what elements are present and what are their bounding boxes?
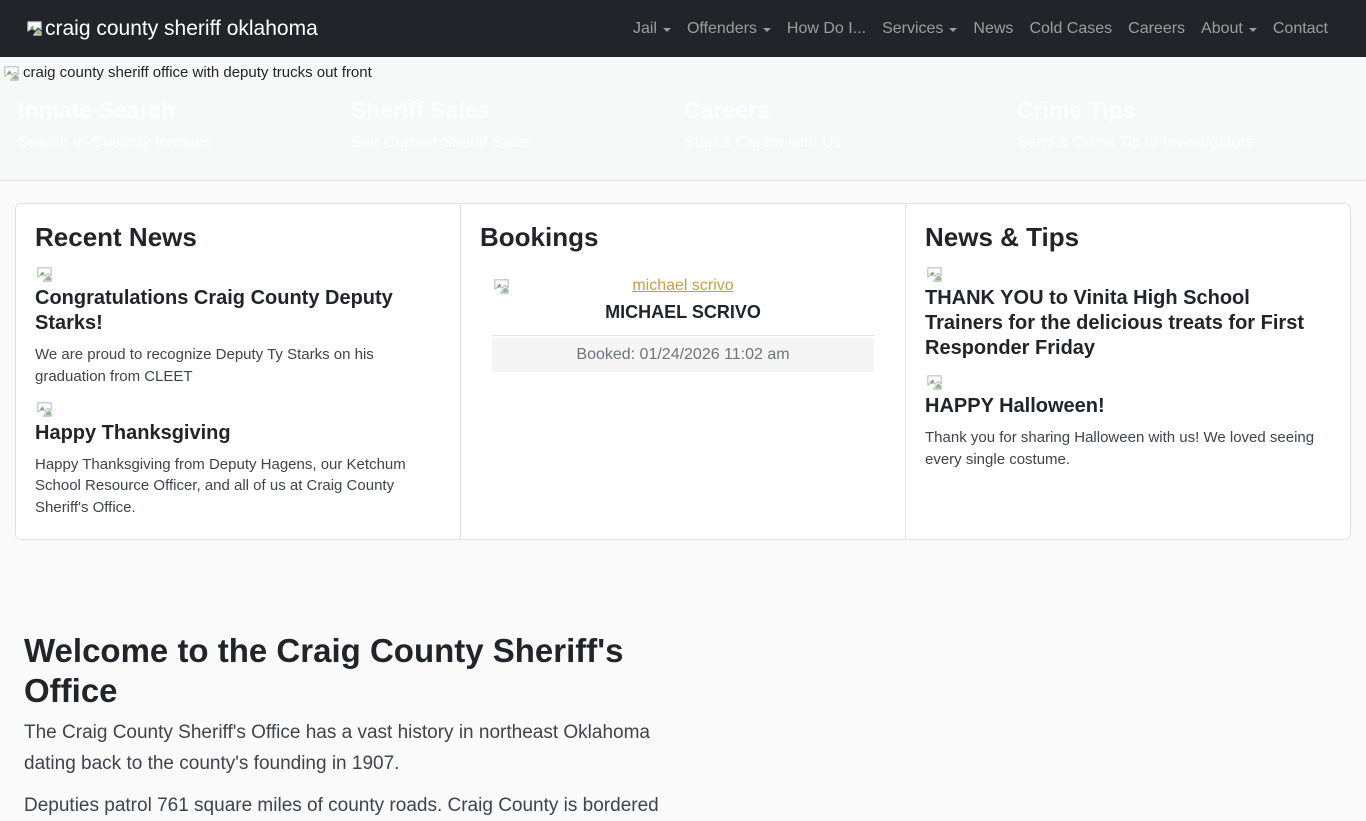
news-item: HAPPY Halloween! Thank you for sharing H… — [925, 373, 1331, 471]
nav-item-contact[interactable]: Contact — [1265, 12, 1336, 46]
nav-item-cold-cases[interactable]: Cold Cases — [1021, 12, 1120, 46]
feature-title: Sheriff Sales — [351, 97, 684, 125]
nav-item-label: Cold Cases — [1029, 20, 1112, 38]
top-navbar: craig county sheriff oklahoma Jail Offen… — [0, 0, 1366, 57]
bookings-card: Bookings michael scrivo MICHAEL SCRIVO B… — [460, 204, 905, 539]
welcome-paragraph: Deputies patrol 761 square miles of coun… — [24, 791, 669, 821]
news-item-text: We are proud to recognize Deputy Ty Star… — [35, 344, 441, 388]
nav-item-label: Offenders — [687, 20, 757, 38]
nav-item-offenders[interactable]: Offenders — [679, 12, 779, 46]
feature-careers[interactable]: Careers Start a Career with Us — [684, 97, 1017, 152]
nav-item-services[interactable]: Services — [874, 12, 965, 46]
feature-subtitle: See Current Sheriff Sales — [351, 134, 684, 152]
navbar-brand-label: craig county sheriff oklahoma — [45, 17, 318, 41]
chevron-down-icon — [1249, 28, 1257, 32]
nav-item-label: Contact — [1273, 20, 1328, 38]
feature-title: Careers — [684, 97, 1017, 125]
chevron-down-icon — [663, 28, 671, 32]
bookings-title: Bookings — [480, 222, 886, 253]
feature-sheriff-sales[interactable]: Sheriff Sales See Current Sheriff Sales — [351, 97, 684, 152]
hero-image-alt-text: craig county sheriff office with deputy … — [23, 63, 372, 83]
news-item-title: Happy Thanksgiving — [35, 421, 441, 446]
hero-feature-links: Inmate Search Search In-Custody Inmates … — [2, 97, 1366, 152]
nav-item-label: News — [973, 20, 1013, 38]
recent-news-card: Recent News Congratulations Craig County… — [16, 204, 460, 539]
news-item: Happy Thanksgiving Happy Thanksgiving fr… — [35, 400, 441, 519]
news-item: THANK YOU to Vinita High School Trainers… — [925, 265, 1331, 361]
nav-item-label: How Do I... — [787, 20, 866, 38]
news-tips-card: News & Tips THANK YOU to Vinita High Sch… — [905, 204, 1350, 539]
news-item-title: HAPPY Halloween! — [925, 394, 1331, 419]
news-tips-title: News & Tips — [925, 222, 1331, 253]
feature-title: Crime Tips — [1017, 97, 1350, 125]
divider — [492, 335, 874, 336]
broken-image-icon — [925, 265, 944, 284]
booking-inmate-name: MICHAEL SCRIVO — [492, 302, 874, 323]
nav-item-how-do-i[interactable]: How Do I... — [779, 12, 874, 46]
recent-news-title: Recent News — [35, 222, 441, 253]
nav-item-news[interactable]: News — [965, 12, 1021, 46]
news-item-title: Congratulations Craig County Deputy Star… — [35, 286, 441, 336]
news-item: Congratulations Craig County Deputy Star… — [35, 265, 441, 388]
news-item-text: Happy Thanksgiving from Deputy Hagens, o… — [35, 454, 441, 519]
broken-image-icon — [925, 373, 944, 392]
nav-item-label: Services — [882, 20, 943, 38]
feature-inmate-search[interactable]: Inmate Search Search In-Custody Inmates — [18, 97, 351, 152]
broken-image-icon — [35, 400, 54, 419]
booking-inmate-link[interactable]: michael scrivo — [632, 277, 733, 294]
feature-crime-tips[interactable]: Crime Tips Send a Crime Tip to Investiga… — [1017, 97, 1350, 152]
broken-image-icon — [492, 277, 511, 296]
nav-item-label: Careers — [1128, 20, 1185, 38]
news-item-text: Thank you for sharing Halloween with us!… — [925, 427, 1331, 471]
navbar-brand[interactable]: craig county sheriff oklahoma — [25, 17, 318, 41]
feature-subtitle: Search In-Custody Inmates — [18, 134, 351, 152]
hero-section: craig county sheriff office with deputy … — [0, 57, 1366, 181]
broken-image-icon — [2, 64, 21, 83]
navbar-menu: Jail Offenders How Do I... Services News… — [625, 12, 1336, 46]
news-item-title: THANK YOU to Vinita High School Trainers… — [925, 286, 1331, 361]
broken-image-icon — [25, 19, 44, 38]
welcome-heading: Welcome to the Craig County Sheriff's Of… — [24, 631, 624, 710]
feature-subtitle: Send a Crime Tip to Investigators — [1017, 134, 1350, 152]
chevron-down-icon — [763, 28, 771, 32]
welcome-section: Welcome to the Craig County Sheriff's Of… — [24, 631, 674, 821]
booking-date: Booked: 01/24/2026 11:02 am — [492, 338, 874, 372]
hero-image-broken: craig county sheriff office with deputy … — [2, 63, 1366, 83]
welcome-paragraph: The Craig County Sheriff's Office has a … — [24, 718, 669, 779]
nav-item-careers[interactable]: Careers — [1120, 12, 1193, 46]
nav-item-about[interactable]: About — [1193, 12, 1265, 46]
cards-section: Recent News Congratulations Craig County… — [15, 203, 1351, 540]
feature-title: Inmate Search — [18, 97, 351, 125]
chevron-down-icon — [949, 28, 957, 32]
nav-item-label: About — [1201, 20, 1243, 38]
feature-subtitle: Start a Career with Us — [684, 134, 1017, 152]
booking-item: michael scrivo MICHAEL SCRIVO Booked: 01… — [492, 275, 874, 372]
broken-image-icon — [35, 265, 54, 284]
nav-item-jail[interactable]: Jail — [625, 12, 679, 46]
nav-item-label: Jail — [633, 20, 657, 38]
